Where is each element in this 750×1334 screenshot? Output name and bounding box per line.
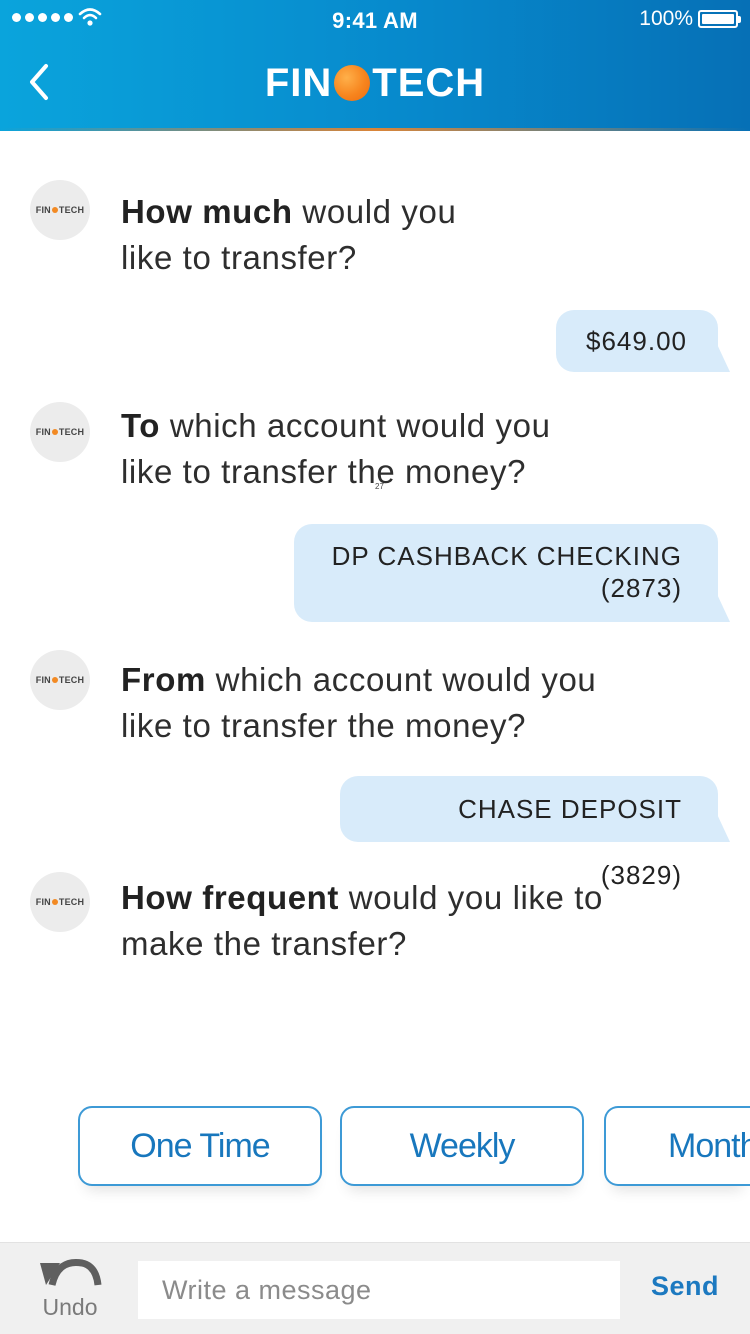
bot-avatar: FIN TECH <box>30 872 90 932</box>
bot-avatar: FIN TECH <box>30 650 90 710</box>
undo-label: Undo <box>42 1294 98 1320</box>
stray-text-mark: 27 <box>375 482 384 491</box>
user-reply-bubble: $649.00 <box>556 310 730 372</box>
status-time: 9:41 AM <box>332 8 418 33</box>
brand-text-right: TECH <box>372 60 486 105</box>
send-button[interactable]: Send <box>640 1271 730 1302</box>
quick-reply-weekly[interactable]: Weekly <box>340 1106 584 1186</box>
battery-icon <box>698 10 741 28</box>
bot-message-text: How frequent would you like to make the … <box>121 879 603 962</box>
quick-reply-label: Monthly <box>668 1126 750 1165</box>
app-header: 9:41 AM 100% FIN TECH <box>0 0 750 131</box>
bot-avatar: FIN TECH <box>30 402 90 462</box>
bot-message-text: From which account would you like to tra… <box>121 661 597 744</box>
message-input[interactable] <box>138 1261 620 1319</box>
quick-reply-label: One Time <box>130 1126 270 1165</box>
undo-icon <box>40 1258 102 1286</box>
quick-reply-monthly[interactable]: Monthly <box>604 1106 750 1186</box>
bot-message-text: How much would you like to transfer? <box>121 193 457 276</box>
brand-dot-icon <box>334 65 371 101</box>
status-bar: 9:41 AM 100% <box>0 0 750 40</box>
quick-reply-label: Weekly <box>409 1126 516 1165</box>
undo-button[interactable]: Undo <box>30 1255 110 1327</box>
brand-logo: FIN TECH <box>0 58 750 108</box>
quick-reply-one-time[interactable]: One Time <box>78 1106 322 1186</box>
battery-percentage: 100% <box>639 7 693 30</box>
user-reply-bubble: CHASE DEPOSIT (3829) <box>340 776 730 890</box>
header-accent-line <box>0 128 750 131</box>
bot-avatar: FIN TECH <box>30 180 90 240</box>
bot-message-text: To which account would you like to trans… <box>121 407 551 490</box>
user-reply-bubble: DP CASHBACK CHECKING (2873) <box>294 524 730 622</box>
message-input-bar: Undo Send <box>0 1242 750 1334</box>
brand-text-left: FIN <box>264 60 333 105</box>
